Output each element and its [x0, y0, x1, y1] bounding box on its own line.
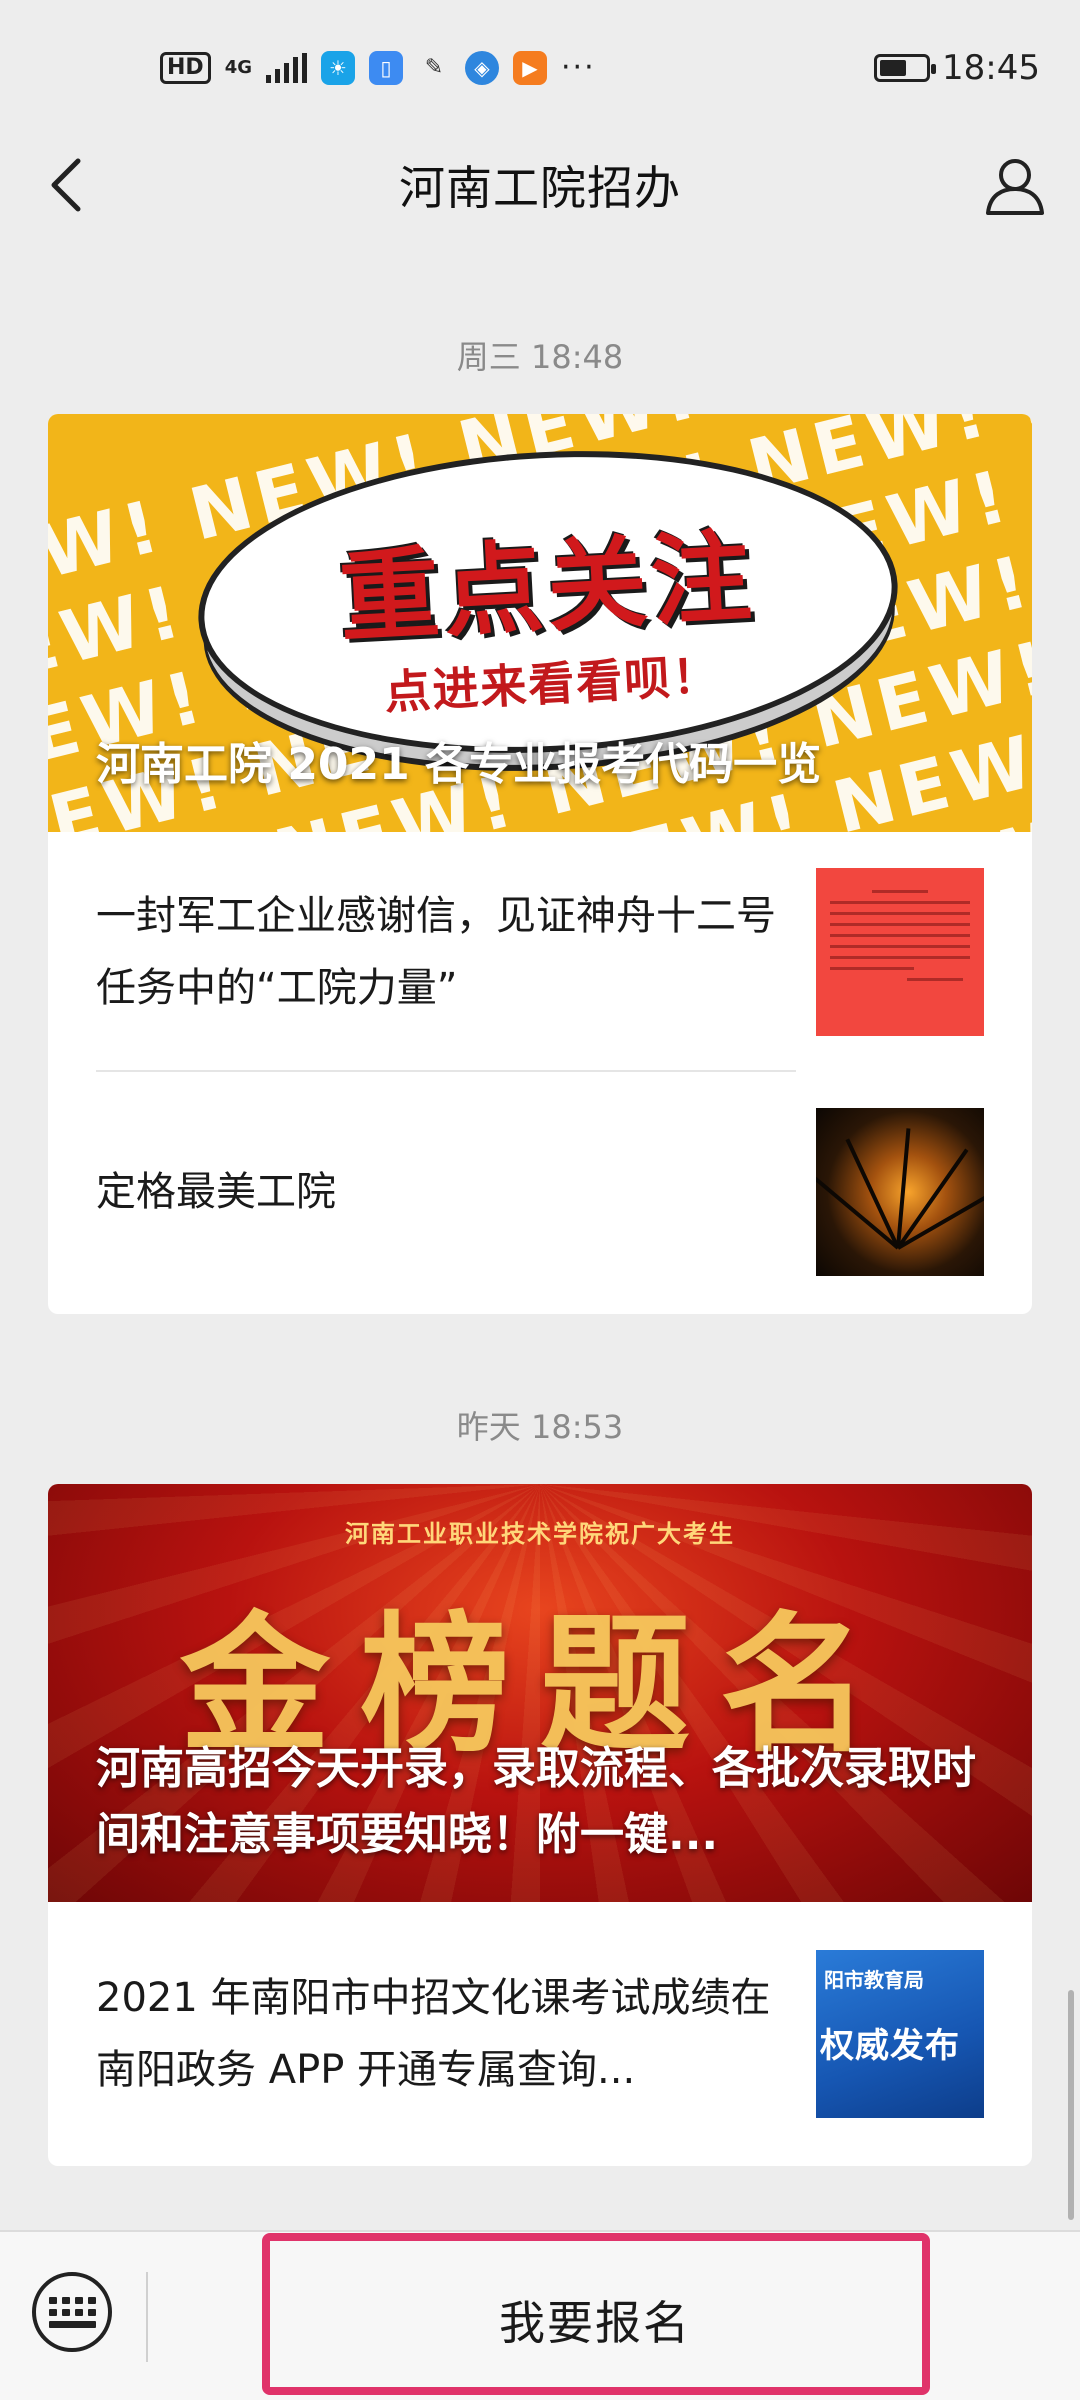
sunset-thumbnail — [816, 1108, 984, 1276]
list-item[interactable]: 定格最美工院 — [48, 1072, 1032, 1312]
banner-article[interactable]: NEW! NEW! NEW! NEW! NEW! NEW! NEW! NEW! … — [48, 414, 1032, 832]
chevron-left-icon — [51, 158, 81, 212]
banner-title: 河南工院 2021 各专业报考代码一览 — [96, 739, 822, 790]
browser-app-icon: ◈ — [465, 50, 499, 85]
bulb-app-icon: ☀ — [321, 50, 355, 85]
banner-art-caption: 河南工业职业技术学院祝广大考生 — [345, 1520, 735, 1548]
thumbnail-headline: 权威发布 — [820, 2026, 960, 2066]
list-item-title: 2021 年南阳市中招文化课考试成绩在南阳政务 APP 开通专属查询... — [96, 1975, 771, 2093]
banner-article[interactable]: 河南工业职业技术学院祝广大考生 金榜题名 河南高招今天开录，录取流程、各批次录取… — [48, 1484, 1032, 1902]
notice-thumbnail: 阳市教育局 权威发布 — [816, 1950, 984, 2118]
network-label: 4G — [224, 56, 252, 78]
status-right: 18:45 — [874, 48, 1040, 88]
back-button[interactable] — [34, 153, 98, 217]
clock: 18:45 — [942, 47, 1040, 88]
list-item-title: 定格最美工院 — [96, 1169, 336, 1215]
signup-menu-button[interactable]: 我要报名 — [262, 2270, 928, 2370]
video-app-icon: ▶ — [513, 50, 547, 85]
profile-button[interactable] — [980, 151, 1050, 221]
thumbnail-caption: 阳市教育局 — [824, 1968, 924, 1992]
scrollbar[interactable] — [1068, 1990, 1074, 2220]
bottom-menu-bar: 我要报名 — [0, 2230, 1080, 2400]
message-timestamp: 昨天 18:53 — [456, 1408, 624, 1446]
study-app-icon: ✎ — [424, 55, 444, 80]
letter-thumbnail — [816, 868, 984, 1036]
divider — [146, 2272, 148, 2362]
battery-fill — [880, 59, 907, 76]
list-item[interactable]: 一封军工企业感谢信，见证神舟十二号任务中的“工院力量” — [48, 832, 1032, 1072]
letter-thumbnail-lines — [830, 882, 970, 1022]
chat-header: 河南工院招办 — [0, 135, 1080, 235]
article-card: NEW! NEW! NEW! NEW! NEW! NEW! NEW! NEW! … — [48, 414, 1032, 1314]
page-title: 河南工院招办 — [399, 161, 681, 215]
banner-title: 河南高招今天开录，录取流程、各批次录取时间和注意事项要知晓！附一键... — [96, 1743, 976, 1860]
user-icon — [986, 159, 1044, 215]
keyboard-icon — [48, 2296, 96, 2328]
list-item[interactable]: 2021 年南阳市中招文化课考试成绩在南阳政务 APP 开通专属查询... 阳市… — [48, 1902, 1032, 2166]
battery-icon — [874, 53, 937, 82]
article-card: 河南工业职业技术学院祝广大考生 金榜题名 河南高招今天开录，录取流程、各批次录取… — [48, 1484, 1032, 2166]
message-timestamp: 周三 18:48 — [456, 338, 624, 376]
signal-icon — [266, 52, 307, 83]
list-item-title: 一封军工企业感谢信，见证神舟十二号任务中的“工院力量” — [96, 893, 776, 1011]
more-notifications-icon: ··· — [561, 50, 596, 85]
status-bar: HD 4G ☀ ▯ ✎ ◈ ▶ ··· 18:45 — [0, 0, 1080, 135]
status-left: HD 4G ☀ ▯ ✎ ◈ ▶ ··· — [160, 50, 596, 85]
hd-badge: HD — [160, 51, 211, 84]
phone-app-icon: ▯ — [369, 50, 403, 85]
keyboard-toggle-button[interactable] — [32, 2272, 112, 2352]
